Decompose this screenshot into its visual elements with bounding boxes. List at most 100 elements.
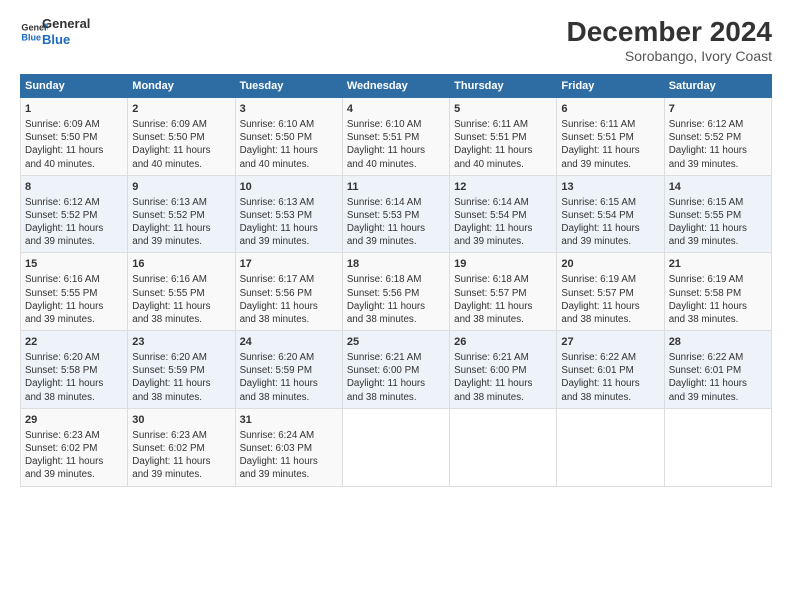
calendar-cell: 22Sunrise: 6:20 AMSunset: 5:58 PMDayligh… [21, 331, 128, 409]
day-number: 23 [132, 335, 230, 350]
cell-content: Sunrise: 6:13 AMSunset: 5:52 PMDaylight:… [132, 196, 230, 249]
calendar-cell: 5Sunrise: 6:11 AMSunset: 5:51 PMDaylight… [450, 98, 557, 176]
header-day-wednesday: Wednesday [342, 75, 449, 98]
day-number: 19 [454, 257, 552, 272]
calendar-cell [450, 408, 557, 486]
cell-content: Sunrise: 6:19 AMSunset: 5:58 PMDaylight:… [669, 273, 767, 326]
day-number: 21 [669, 257, 767, 272]
day-number: 15 [25, 257, 123, 272]
day-number: 29 [25, 413, 123, 428]
header-day-sunday: Sunday [21, 75, 128, 98]
calendar-cell: 3Sunrise: 6:10 AMSunset: 5:50 PMDaylight… [235, 98, 342, 176]
day-number: 4 [347, 102, 445, 117]
calendar-cell: 12Sunrise: 6:14 AMSunset: 5:54 PMDayligh… [450, 175, 557, 253]
calendar-cell: 14Sunrise: 6:15 AMSunset: 5:55 PMDayligh… [664, 175, 771, 253]
day-number: 24 [240, 335, 338, 350]
calendar-cell: 4Sunrise: 6:10 AMSunset: 5:51 PMDaylight… [342, 98, 449, 176]
calendar-cell: 24Sunrise: 6:20 AMSunset: 5:59 PMDayligh… [235, 331, 342, 409]
day-number: 16 [132, 257, 230, 272]
subtitle: Sorobango, Ivory Coast [567, 48, 772, 64]
day-number: 26 [454, 335, 552, 350]
calendar-cell: 28Sunrise: 6:22 AMSunset: 6:01 PMDayligh… [664, 331, 771, 409]
calendar-cell: 16Sunrise: 6:16 AMSunset: 5:55 PMDayligh… [128, 253, 235, 331]
day-number: 2 [132, 102, 230, 117]
day-number: 3 [240, 102, 338, 117]
header-day-monday: Monday [128, 75, 235, 98]
cell-content: Sunrise: 6:15 AMSunset: 5:54 PMDaylight:… [561, 196, 659, 249]
logo: General Blue GeneralBlue [20, 16, 90, 47]
calendar-cell: 10Sunrise: 6:13 AMSunset: 5:53 PMDayligh… [235, 175, 342, 253]
week-row-2: 8Sunrise: 6:12 AMSunset: 5:52 PMDaylight… [21, 175, 772, 253]
cell-content: Sunrise: 6:18 AMSunset: 5:56 PMDaylight:… [347, 273, 445, 326]
calendar-cell [557, 408, 664, 486]
cell-content: Sunrise: 6:20 AMSunset: 5:59 PMDaylight:… [132, 351, 230, 404]
header-day-thursday: Thursday [450, 75, 557, 98]
calendar-cell: 30Sunrise: 6:23 AMSunset: 6:02 PMDayligh… [128, 408, 235, 486]
day-number: 1 [25, 102, 123, 117]
cell-content: Sunrise: 6:19 AMSunset: 5:57 PMDaylight:… [561, 273, 659, 326]
day-number: 17 [240, 257, 338, 272]
day-number: 18 [347, 257, 445, 272]
week-row-5: 29Sunrise: 6:23 AMSunset: 6:02 PMDayligh… [21, 408, 772, 486]
calendar-cell: 17Sunrise: 6:17 AMSunset: 5:56 PMDayligh… [235, 253, 342, 331]
cell-content: Sunrise: 6:12 AMSunset: 5:52 PMDaylight:… [25, 196, 123, 249]
cell-content: Sunrise: 6:20 AMSunset: 5:59 PMDaylight:… [240, 351, 338, 404]
day-number: 31 [240, 413, 338, 428]
day-number: 8 [25, 180, 123, 195]
cell-content: Sunrise: 6:14 AMSunset: 5:54 PMDaylight:… [454, 196, 552, 249]
calendar-cell: 25Sunrise: 6:21 AMSunset: 6:00 PMDayligh… [342, 331, 449, 409]
cell-content: Sunrise: 6:12 AMSunset: 5:52 PMDaylight:… [669, 118, 767, 171]
day-number: 28 [669, 335, 767, 350]
day-number: 30 [132, 413, 230, 428]
calendar-cell: 9Sunrise: 6:13 AMSunset: 5:52 PMDaylight… [128, 175, 235, 253]
day-number: 10 [240, 180, 338, 195]
main-title: December 2024 [567, 16, 772, 48]
calendar-cell: 2Sunrise: 6:09 AMSunset: 5:50 PMDaylight… [128, 98, 235, 176]
cell-content: Sunrise: 6:23 AMSunset: 6:02 PMDaylight:… [132, 429, 230, 482]
cell-content: Sunrise: 6:21 AMSunset: 6:00 PMDaylight:… [454, 351, 552, 404]
week-row-3: 15 Sunrise: 6:16 AMSunset: 5:55 PMDayligh… [21, 253, 772, 331]
day-number: 5 [454, 102, 552, 117]
cell-content: Sunrise: 6:16 AMSunset: 5:55 PMDaylight:… [132, 273, 230, 326]
cell-content: Sunrise: 6:18 AMSunset: 5:57 PMDaylight:… [454, 273, 552, 326]
day-number: 9 [132, 180, 230, 195]
day-number: 11 [347, 180, 445, 195]
week-row-4: 22Sunrise: 6:20 AMSunset: 5:58 PMDayligh… [21, 331, 772, 409]
cell-content: Sunrise: 6:11 AMSunset: 5:51 PMDaylight:… [454, 118, 552, 171]
title-block: December 2024 Sorobango, Ivory Coast [567, 16, 772, 64]
cell-content: Sunrise: 6:22 AMSunset: 6:01 PMDaylight:… [561, 351, 659, 404]
day-number: 22 [25, 335, 123, 350]
calendar-cell: 1Sunrise: 6:09 AMSunset: 5:50 PMDaylight… [21, 98, 128, 176]
cell-content: Sunrise: 6:21 AMSunset: 6:00 PMDaylight:… [347, 351, 445, 404]
day-number: 14 [669, 180, 767, 195]
calendar-cell: 6Sunrise: 6:11 AMSunset: 5:51 PMDaylight… [557, 98, 664, 176]
header-row: SundayMondayTuesdayWednesdayThursdayFrid… [21, 75, 772, 98]
calendar-cell: 23Sunrise: 6:20 AMSunset: 5:59 PMDayligh… [128, 331, 235, 409]
calendar-cell: 7Sunrise: 6:12 AMSunset: 5:52 PMDaylight… [664, 98, 771, 176]
calendar-cell: 18Sunrise: 6:18 AMSunset: 5:56 PMDayligh… [342, 253, 449, 331]
cell-content: Sunrise: 6:10 AMSunset: 5:50 PMDaylight:… [240, 118, 338, 171]
calendar-cell: 29Sunrise: 6:23 AMSunset: 6:02 PMDayligh… [21, 408, 128, 486]
cell-content: Sunrise: 6:22 AMSunset: 6:01 PMDaylight:… [669, 351, 767, 404]
cell-content: Sunrise: 6:15 AMSunset: 5:55 PMDaylight:… [669, 196, 767, 249]
cell-content: Sunrise: 6:10 AMSunset: 5:51 PMDaylight:… [347, 118, 445, 171]
cell-content: Sunrise: 6:17 AMSunset: 5:56 PMDaylight:… [240, 273, 338, 326]
calendar-cell: 27Sunrise: 6:22 AMSunset: 6:01 PMDayligh… [557, 331, 664, 409]
day-number: 12 [454, 180, 552, 195]
calendar-cell: 19Sunrise: 6:18 AMSunset: 5:57 PMDayligh… [450, 253, 557, 331]
day-number: 20 [561, 257, 659, 272]
header-day-saturday: Saturday [664, 75, 771, 98]
header-day-tuesday: Tuesday [235, 75, 342, 98]
header-day-friday: Friday [557, 75, 664, 98]
calendar-cell: 8Sunrise: 6:12 AMSunset: 5:52 PMDaylight… [21, 175, 128, 253]
calendar-cell: 13Sunrise: 6:15 AMSunset: 5:54 PMDayligh… [557, 175, 664, 253]
cell-content: Sunrise: 6:23 AMSunset: 6:02 PMDaylight:… [25, 429, 123, 482]
cell-content: Sunrise: 6:09 AMSunset: 5:50 PMDaylight:… [25, 118, 123, 171]
cell-content: Sunrise: 6:11 AMSunset: 5:51 PMDaylight:… [561, 118, 659, 171]
calendar-table: SundayMondayTuesdayWednesdayThursdayFrid… [20, 74, 772, 487]
calendar-cell: 11Sunrise: 6:14 AMSunset: 5:53 PMDayligh… [342, 175, 449, 253]
calendar-cell: 15Sunrise: 6:16 AMSunset: 5:55 PMDayligh… [21, 253, 128, 331]
day-number: 7 [669, 102, 767, 117]
logo-text: GeneralBlue [42, 16, 90, 47]
day-number: 25 [347, 335, 445, 350]
